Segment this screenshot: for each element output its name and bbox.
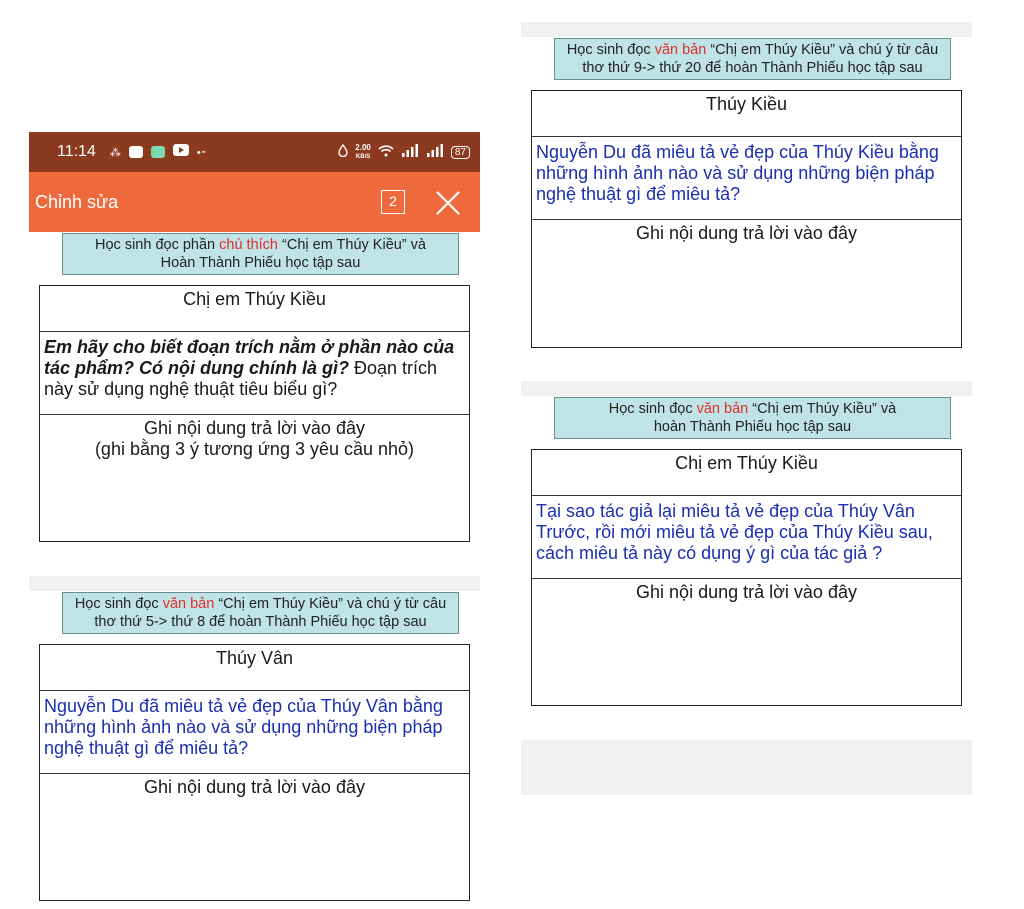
vibrate-icon: ⁂: [109, 146, 121, 159]
grey-strip: [521, 740, 972, 795]
signal-icon: [401, 144, 419, 160]
edit-toolbar: Chỉnh sửa 2: [29, 172, 480, 232]
banner-line-2: Hoàn Thành Phiếu học tập sau: [160, 255, 361, 271]
banner-highlight: văn bản: [654, 42, 707, 58]
banner-highlight: văn bản: [162, 596, 215, 612]
youtube-icon: [172, 143, 189, 161]
worksheet-title: Chị em Thúy Kiều: [532, 450, 961, 496]
answer-area[interactable]: Ghi nội dung trả lời vào đây: [40, 774, 469, 900]
banner-highlight: văn bản: [696, 401, 749, 417]
answer-area[interactable]: Ghi nội dung trả lời vào đây: [532, 220, 961, 347]
app-notification-icon: [150, 146, 165, 158]
worksheet-question: Nguyễn Du đã miêu tả vẻ đẹp của Thúy Kiề…: [532, 137, 961, 220]
worksheet-chi-em-thuy-kieu-2: Chị em Thúy Kiều Tại sao tác giả lại miê…: [531, 449, 962, 706]
instruction-banner-4: Học sinh đọc văn bản “Chị em Thúy Kiều” …: [554, 397, 951, 439]
signal-icon-2: [426, 144, 444, 160]
answer-placeholder: Ghi nội dung trả lời vào đây: [144, 418, 365, 438]
status-bar: 11:14 ⁂ •⁃ 2.00 KB/S 87: [29, 132, 480, 172]
page-count-button[interactable]: 2: [381, 190, 405, 214]
banner-line-1: Học sinh đọc văn bản “Chị em Thúy Kiều” …: [74, 596, 447, 612]
answer-placeholder: Ghi nội dung trả lời vào đây: [636, 582, 857, 602]
key-icon: •⁃: [196, 146, 207, 159]
banner-line-2: thơ thứ 9-> thứ 20 để hoàn Thành Phiếu h…: [582, 60, 923, 76]
instruction-banner-3: Học sinh đọc văn bản “Chị em Thúy Kiều” …: [554, 38, 951, 80]
banner-line-1: Học sinh đọc văn bản “Chị em Thúy Kiều” …: [566, 42, 939, 58]
instruction-banner-2: Học sinh đọc văn bản “Chị em Thúy Kiều” …: [62, 592, 459, 634]
grey-strip: [29, 576, 480, 591]
answer-hint: (ghi bằng 3 ý tương ứng 3 yêu cầu nhỏ): [94, 439, 415, 459]
worksheet-thuy-van: Thúy Vân Nguyễn Du đã miêu tả vẻ đẹp của…: [39, 644, 470, 901]
battery-icon: 87: [450, 145, 470, 159]
zalo-icon: [128, 146, 143, 158]
banner-highlight: chú thích: [219, 237, 278, 253]
worksheet-title: Chị em Thúy Kiều: [40, 286, 469, 332]
grey-strip: [521, 22, 972, 37]
drop-icon: [338, 143, 348, 160]
banner-line-2: hoàn Thành Phiếu học tập sau: [653, 419, 852, 435]
worksheet-title: Thúy Vân: [40, 645, 469, 691]
edit-title: Chỉnh sửa: [35, 191, 119, 212]
worksheet-title: Thúy Kiều: [532, 91, 961, 137]
status-time: 11:14: [57, 143, 96, 160]
grey-strip: [521, 381, 972, 396]
banner-line-1: Học sinh đọc văn bản “Chị em Thúy Kiều” …: [608, 401, 897, 417]
worksheet-question: Em hãy cho biết đoạn trích nằm ở phần nà…: [40, 332, 469, 415]
network-speed: 2.00 KB/S: [355, 142, 371, 160]
answer-placeholder: Ghi nội dung trả lời vào đây: [144, 777, 365, 797]
wifi-icon: [378, 144, 394, 160]
worksheet-question: Nguyễn Du đã miêu tả vẻ đẹp của Thúy Vân…: [40, 691, 469, 774]
answer-area[interactable]: Ghi nội dung trả lời vào đây: [532, 579, 961, 705]
answer-area[interactable]: Ghi nội dung trả lời vào đây (ghi bằng 3…: [40, 415, 469, 541]
worksheet-thuy-kieu: Thúy Kiều Nguyễn Du đã miêu tả vẻ đẹp củ…: [531, 90, 962, 348]
instruction-banner-1: Học sinh đọc phần chú thích “Chị em Thúy…: [62, 233, 459, 275]
banner-line-2: thơ thứ 5-> thứ 8 để hoàn Thành Phiếu họ…: [94, 614, 427, 630]
banner-line-1: Học sinh đọc phần chú thích “Chị em Thúy…: [95, 237, 426, 253]
answer-placeholder: Ghi nội dung trả lời vào đây: [636, 223, 857, 243]
close-icon[interactable]: [435, 190, 461, 216]
worksheet-question: Tại sao tác giả lại miêu tả vẻ đẹp của T…: [532, 496, 961, 579]
worksheet-chi-em-thuy-kieu: Chị em Thúy Kiều Em hãy cho biết đoạn tr…: [39, 285, 470, 542]
